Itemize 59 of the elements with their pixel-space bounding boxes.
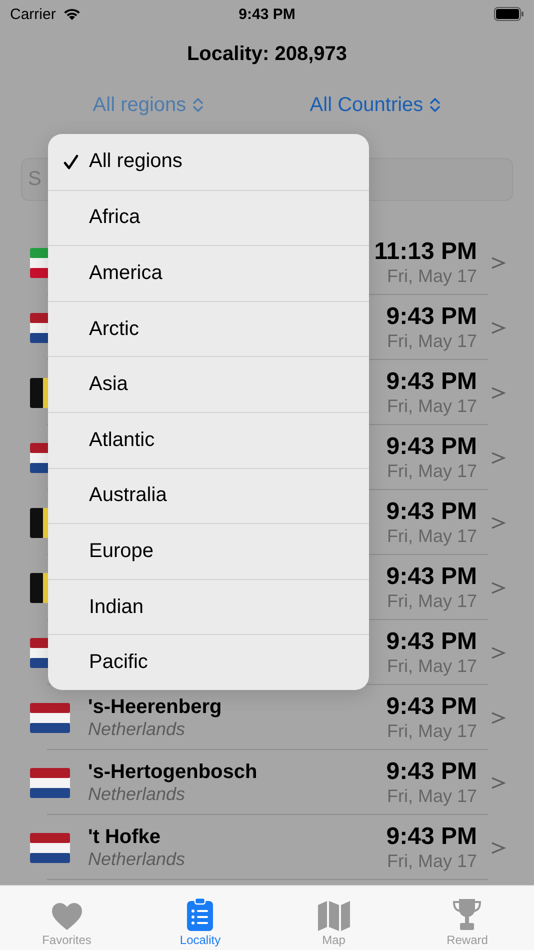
chevron-right-icon[interactable]	[490, 450, 506, 466]
local-date: Fri, May 17	[386, 786, 477, 807]
carrier-label: Carrier	[10, 6, 56, 22]
battery-icon	[494, 7, 524, 21]
menu-item[interactable]: Arctic	[48, 300, 369, 356]
chevron-right-icon[interactable]	[490, 710, 506, 726]
country-name: Netherlands	[88, 848, 186, 870]
chevron-right-icon[interactable]	[490, 514, 506, 530]
trophy-icon	[452, 899, 482, 931]
up-down-chevron-icon	[192, 96, 204, 114]
chevron-right-icon[interactable]	[490, 774, 506, 790]
chevron-right-icon[interactable]	[490, 320, 506, 336]
local-date: Fri, May 17	[386, 656, 477, 677]
menu-item[interactable]: Indian	[48, 578, 369, 634]
checkmark-icon	[63, 154, 79, 170]
local-time: 9:43 PM	[386, 758, 477, 786]
menu-item[interactable]: Africa	[48, 190, 369, 246]
place-name: 't Hofke	[88, 826, 162, 848]
tab-item[interactable]: Locality	[134, 886, 267, 950]
menu-item[interactable]: Europe	[48, 523, 369, 579]
local-time: 11:13 PM	[374, 238, 477, 266]
local-date: Fri, May 17	[386, 721, 477, 742]
menu-item[interactable]: All regions	[48, 134, 369, 190]
local-time: 9:43 PM	[386, 433, 477, 461]
local-date: Fri, May 17	[386, 591, 477, 612]
local-time: 9:43 PM	[386, 628, 477, 656]
local-date: Fri, May 17	[386, 851, 477, 872]
country-name: Netherlands	[88, 784, 186, 804]
local-time: 9:43 PM	[386, 498, 477, 526]
local-date: Fri, May 17	[386, 396, 477, 417]
menu-item[interactable]: Australia	[48, 468, 369, 524]
menu-item[interactable]: Asia	[48, 356, 369, 412]
map-icon	[318, 901, 350, 931]
menu-item[interactable]: America	[48, 245, 369, 301]
chevron-right-icon[interactable]	[490, 840, 506, 856]
local-time: 9:43 PM	[386, 563, 477, 591]
chevron-right-icon[interactable]	[490, 254, 506, 270]
local-date: Fri, May 17	[386, 526, 477, 547]
local-time: 9:43 PM	[386, 823, 477, 851]
page-title: Locality: 208,973	[186, 42, 348, 66]
place-name: 's-Heerenberg	[88, 696, 223, 718]
local-date: Fri, May 17	[386, 461, 477, 482]
wifi-icon	[62, 7, 82, 21]
local-date: Fri, May 17	[386, 266, 477, 287]
menu-item[interactable]: Pacific	[48, 634, 369, 690]
menu-item[interactable]: Atlantic	[48, 412, 369, 468]
status-time: 9:43 PM	[238, 6, 296, 22]
local-date: Fri, May 17	[386, 331, 477, 352]
chevron-right-icon[interactable]	[490, 580, 506, 596]
local-time: 9:43 PM	[386, 693, 477, 721]
country-name: Netherlands	[88, 718, 186, 740]
local-time: 9:43 PM	[386, 303, 477, 331]
local-time: 9:43 PM	[386, 368, 477, 396]
chevron-right-icon[interactable]	[490, 384, 506, 400]
heart-icon	[52, 903, 82, 931]
chevron-right-icon[interactable]	[490, 644, 506, 660]
up-down-chevron-icon	[429, 96, 442, 114]
clipboard-list-icon	[187, 897, 214, 931]
place-name: 's-Hertogenbosch	[88, 760, 258, 784]
